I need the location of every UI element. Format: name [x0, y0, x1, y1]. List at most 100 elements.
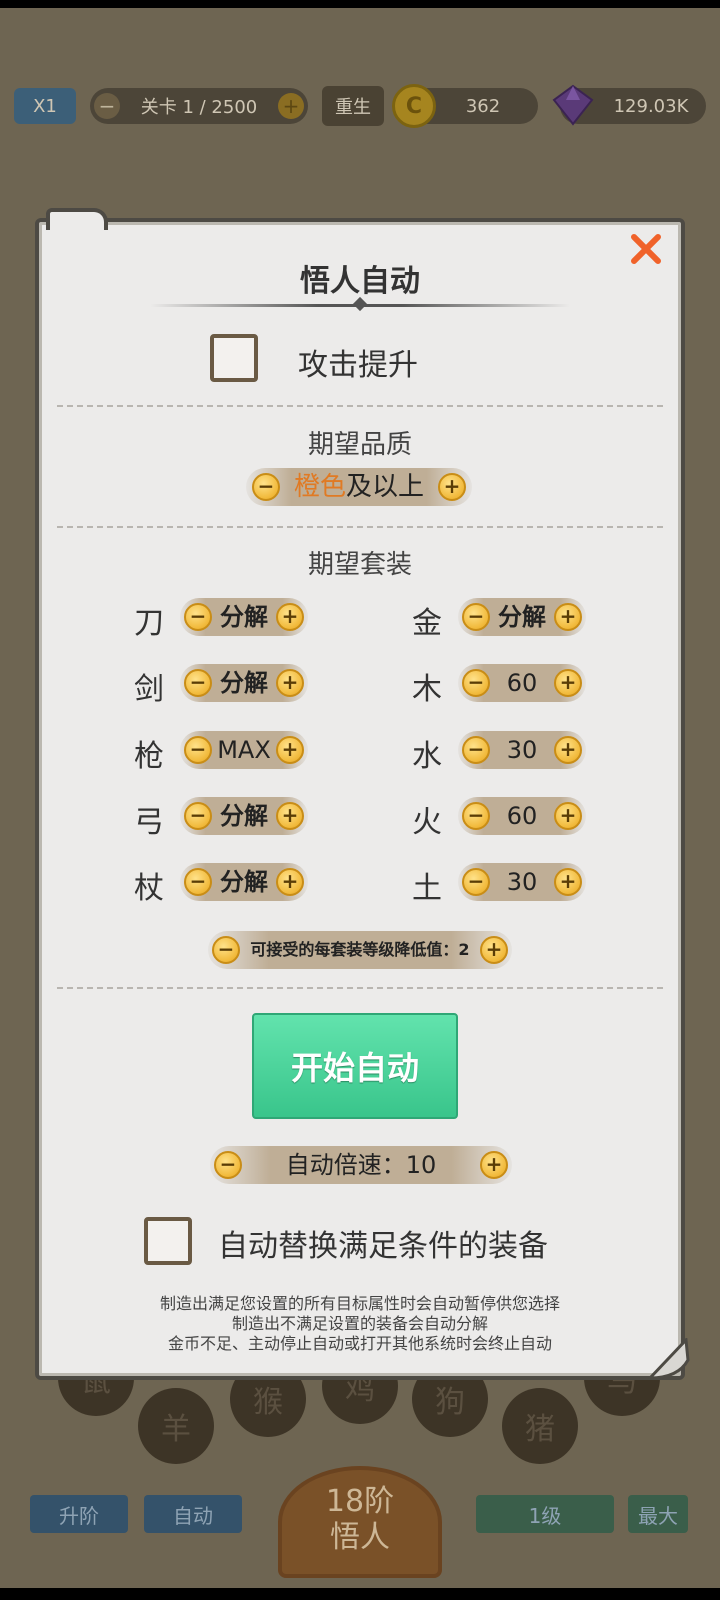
- set-section-title: 期望套装: [307, 550, 412, 580]
- upgrade-button[interactable]: 升阶: [30, 1495, 128, 1533]
- element-decrease-button[interactable]: −: [462, 603, 490, 631]
- note-line: 金币不足、主动停止自动或打开其他系统时会终止自动: [167, 1334, 552, 1353]
- upgrade-label: 升阶: [59, 1503, 99, 1528]
- stage-prev-button[interactable]: −: [94, 93, 120, 119]
- auto-replace-checkbox[interactable]: [144, 1217, 192, 1265]
- auto-speed-stepper: − 自动倍速：10 +: [210, 1146, 512, 1184]
- weapon-label-jian: 剑: [134, 672, 164, 707]
- weapon-increase-button[interactable]: +: [276, 669, 304, 697]
- quality-suffix: 及以上: [346, 472, 425, 502]
- auto-speed-increase-button[interactable]: +: [480, 1151, 508, 1179]
- quality-stepper: − 橙色及以上 +: [246, 468, 472, 506]
- coin-amount: 362: [465, 95, 501, 117]
- element-stepper-shui: − 30 +: [458, 731, 586, 769]
- weapon-label-dao: 刀: [134, 606, 164, 641]
- quality-section-title: 期望品质: [307, 430, 412, 460]
- zodiac-label: 猴: [253, 1385, 283, 1420]
- craft-tier: 18阶: [325, 1484, 395, 1519]
- quality-value: 橙色及以上: [286, 468, 432, 506]
- element-label-mu: 木: [412, 672, 442, 707]
- weapon-value: MAX: [217, 736, 271, 764]
- weapon-value: 分解: [220, 603, 268, 631]
- quality-increase-button[interactable]: +: [438, 473, 466, 501]
- weapon-increase-button[interactable]: +: [276, 736, 304, 764]
- quality-color: 橙色: [293, 472, 346, 502]
- help-notes: 制造出满足您设置的所有目标属性时会自动暂停供您选择 制造出不满足设置的装备会自动…: [0, 1294, 720, 1354]
- note-line: 制造出不满足设置的装备会自动分解: [231, 1314, 488, 1333]
- element-stepper-tu: − 30 +: [458, 863, 586, 901]
- auto-replace-label: 自动替换满足条件的装备: [218, 1229, 548, 1264]
- weapon-value: 分解: [220, 802, 268, 830]
- top-bar: X1 − 关卡 1 / 2500 + 重生 C 362 129.03K: [0, 82, 720, 128]
- section-divider: [57, 987, 663, 989]
- zodiac-slot[interactable]: 羊: [138, 1388, 214, 1464]
- quality-decrease-button[interactable]: −: [252, 473, 280, 501]
- weapon-increase-button[interactable]: +: [276, 603, 304, 631]
- weapon-stepper-zhang: − 分解 +: [180, 863, 308, 901]
- weapon-stepper-dao: − 分解 +: [180, 598, 308, 636]
- level-selector[interactable]: 1级: [476, 1495, 614, 1533]
- rebirth-label: 重生: [335, 97, 371, 118]
- attack-boost-checkbox[interactable]: [210, 334, 258, 382]
- rebirth-button[interactable]: 重生: [322, 86, 384, 126]
- zodiac-slot[interactable]: 猪: [502, 1388, 578, 1464]
- auto-speed-value: 自动倍速：10: [285, 1151, 437, 1179]
- coin-counter: C 362: [392, 84, 538, 128]
- level-label: 1级: [528, 1503, 562, 1528]
- start-auto-button[interactable]: 开始自动: [252, 1013, 458, 1119]
- zodiac-label: 羊: [161, 1412, 191, 1447]
- element-label-huo: 火: [412, 805, 442, 840]
- weapon-stepper-qiang: − MAX +: [180, 731, 308, 769]
- gem-icon: [552, 84, 594, 126]
- max-button[interactable]: 最大: [628, 1495, 688, 1533]
- weapon-decrease-button[interactable]: −: [184, 669, 212, 697]
- zodiac-label: 狗: [435, 1385, 465, 1420]
- dialog-title: 悟人自动: [300, 264, 420, 299]
- level-drop-increase-button[interactable]: +: [480, 936, 508, 964]
- auto-label: 自动: [173, 1503, 213, 1528]
- weapon-increase-button[interactable]: +: [276, 868, 304, 896]
- weapon-label-gong: 弓: [134, 805, 164, 840]
- auto-speed-decrease-button[interactable]: −: [214, 1151, 242, 1179]
- element-increase-button[interactable]: +: [554, 669, 582, 697]
- auto-button[interactable]: 自动: [144, 1495, 242, 1533]
- zodiac-label: 猪: [525, 1412, 555, 1447]
- section-divider: [57, 526, 663, 528]
- element-decrease-button[interactable]: −: [462, 669, 490, 697]
- attack-boost-label: 攻击提升: [298, 348, 418, 383]
- speed-button[interactable]: X1: [14, 88, 76, 124]
- weapon-decrease-button[interactable]: −: [184, 802, 212, 830]
- weapon-decrease-button[interactable]: −: [184, 603, 212, 631]
- element-label-tu: 土: [412, 871, 442, 906]
- weapon-value: 分解: [220, 868, 268, 896]
- element-value: 60: [506, 669, 538, 697]
- dialog-notch: [46, 208, 108, 230]
- element-decrease-button[interactable]: −: [462, 736, 490, 764]
- gem-counter: 129.03K: [552, 84, 706, 126]
- stage-next-button[interactable]: +: [278, 93, 304, 119]
- element-value: 分解: [498, 603, 546, 631]
- weapon-increase-button[interactable]: +: [276, 802, 304, 830]
- element-stepper-huo: − 60 +: [458, 797, 586, 835]
- weapon-decrease-button[interactable]: −: [184, 868, 212, 896]
- element-decrease-button[interactable]: −: [462, 868, 490, 896]
- close-icon[interactable]: [626, 229, 666, 269]
- element-increase-button[interactable]: +: [554, 802, 582, 830]
- element-decrease-button[interactable]: −: [462, 802, 490, 830]
- element-value: 60: [506, 802, 538, 830]
- level-drop-stepper: − 可接受的每套装等级降低值：2 +: [208, 931, 512, 969]
- level-drop-decrease-button[interactable]: −: [212, 936, 240, 964]
- craft-button[interactable]: 18阶 悟人: [278, 1466, 442, 1578]
- stage-label: 关卡 1 / 2500: [140, 97, 258, 118]
- weapon-label-zhang: 杖: [134, 871, 164, 906]
- level-drop-value: 可接受的每套装等级降低值：2: [250, 940, 470, 959]
- element-value: 30: [506, 736, 538, 764]
- element-increase-button[interactable]: +: [554, 868, 582, 896]
- weapon-decrease-button[interactable]: −: [184, 736, 212, 764]
- element-increase-button[interactable]: +: [554, 736, 582, 764]
- element-increase-button[interactable]: +: [554, 603, 582, 631]
- note-line: 制造出满足您设置的所有目标属性时会自动暂停供您选择: [159, 1294, 560, 1313]
- coin-icon: C: [392, 84, 436, 128]
- weapon-value: 分解: [220, 669, 268, 697]
- max-label: 最大: [638, 1503, 678, 1528]
